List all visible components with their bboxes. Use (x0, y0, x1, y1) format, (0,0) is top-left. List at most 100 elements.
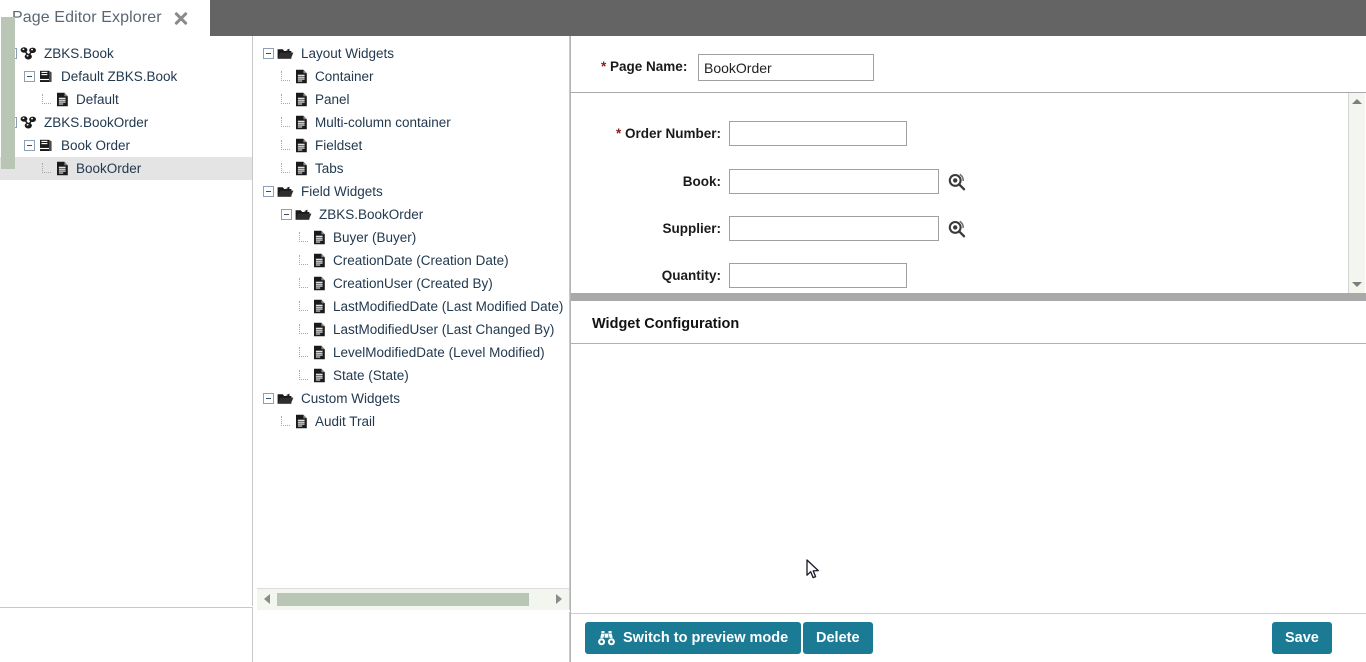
widget-tree-node[interactable]: Tabs (257, 157, 569, 180)
folder-icon (277, 392, 294, 406)
form-field-row: * Order Number: (601, 121, 907, 146)
widget-tree-label: CreationDate (Creation Date) (333, 253, 509, 268)
page-icon (313, 322, 326, 337)
tree-connector (281, 71, 294, 82)
lookup-search-icon[interactable] (947, 219, 966, 238)
widget-tree-label: Fieldset (315, 138, 363, 153)
field-label: * Order Number: (601, 126, 721, 141)
page-tree-node[interactable]: Default ZBKS.Book (0, 65, 252, 88)
scroll-down-icon[interactable] (1349, 277, 1365, 292)
widget-tree-node[interactable]: LevelModifiedDate (Level Modified) (257, 341, 569, 364)
field-label-text: Quantity: (661, 268, 721, 283)
page-tree-node[interactable]: ZBKS.BookOrder (0, 111, 252, 134)
collapse-icon[interactable] (263, 186, 274, 197)
widget-tree-node[interactable]: Buyer (Buyer) (257, 226, 569, 249)
widget-tree-node[interactable]: Multi-column container (257, 111, 569, 134)
scroll-left-icon[interactable] (259, 589, 275, 609)
form-splitter[interactable] (571, 293, 1366, 301)
switch-to-preview-mode-button[interactable]: Switch to preview mode (585, 622, 802, 654)
widget-tree-node[interactable]: State (State) (257, 364, 569, 387)
page-tree-label: Default ZBKS.Book (61, 69, 178, 84)
widget-palette-hscrollbar[interactable] (257, 588, 570, 610)
tree-connector (281, 94, 294, 105)
widget-tree-node[interactable]: Fieldset (257, 134, 569, 157)
tree-connector (299, 232, 312, 243)
field-input[interactable] (729, 121, 907, 146)
scroll-up-icon[interactable] (1349, 94, 1365, 109)
widget-tree-label: Audit Trail (315, 414, 376, 429)
field-label-text: Book: (682, 174, 721, 189)
field-label-text: Supplier: (662, 221, 721, 236)
book-icon (38, 138, 54, 153)
tree-connector (299, 324, 312, 335)
model-icon (20, 46, 37, 61)
widget-tree-label: State (State) (333, 368, 409, 383)
page-tree-node[interactable]: ZBKS.Book (0, 42, 252, 65)
widget-tree-label: Field Widgets (301, 184, 383, 199)
widget-tree-node[interactable]: Custom Widgets (257, 387, 569, 410)
collapse-icon[interactable] (263, 393, 274, 404)
page-icon (295, 69, 308, 84)
collapse-icon[interactable] (24, 71, 35, 82)
widget-tree-node[interactable]: CreationUser (Created By) (257, 272, 569, 295)
widget-tree-label: LevelModifiedDate (Level Modified) (333, 345, 545, 360)
widget-tree-node[interactable]: CreationDate (Creation Date) (257, 249, 569, 272)
form-field-row: Quantity: (601, 263, 907, 288)
page-explorer-panel: ZBKS.Book Default ZBKS.Book Default ZBKS.Bo… (0, 36, 253, 606)
page-tree-label: ZBKS.Book (44, 46, 114, 61)
widget-tree-node[interactable]: LastModifiedDate (Last Modified Date) (257, 295, 569, 318)
page-tree-node[interactable]: Default (0, 88, 252, 111)
widget-tree-label: CreationUser (Created By) (333, 276, 493, 291)
widget-tree-node[interactable]: LastModifiedUser (Last Changed By) (257, 318, 569, 341)
page-icon (313, 299, 326, 314)
hscrollbar-track[interactable] (257, 588, 569, 609)
page-icon (313, 253, 326, 268)
page-name-input[interactable] (698, 54, 874, 81)
folder-icon (277, 185, 294, 199)
tree-connector (42, 94, 55, 105)
page-icon (313, 345, 326, 360)
page-icon (56, 161, 69, 176)
lookup-search-icon[interactable] (947, 172, 966, 191)
page-icon (295, 92, 308, 107)
widget-tree-node[interactable]: Panel (257, 88, 569, 111)
folder-icon (295, 208, 312, 222)
vscrollbar-thumb[interactable] (1, 17, 15, 169)
tree-connector (281, 416, 294, 427)
field-input[interactable] (729, 169, 939, 194)
page-editor-application: Page Editor Explorer ZBKS.Book Default ZB… (0, 0, 1366, 662)
tree-connector (299, 278, 312, 289)
collapse-icon[interactable] (263, 48, 274, 59)
widget-palette-tree: Layout Widgets Container Panel Multi-column… (257, 36, 569, 433)
widget-tree-node[interactable]: Audit Trail (257, 410, 569, 433)
widget-palette-footer: Add Related Model (257, 612, 570, 662)
page-tree-node[interactable]: BookOrder (0, 157, 252, 180)
collapse-icon[interactable] (281, 209, 292, 220)
field-input[interactable] (729, 216, 939, 241)
page-name-label-text: Page Name: (610, 59, 688, 74)
form-vscrollbar[interactable] (1348, 93, 1365, 293)
model-icon (20, 115, 37, 130)
collapse-icon[interactable] (24, 140, 35, 151)
save-button[interactable]: Save (1272, 622, 1332, 654)
widget-tree-node[interactable]: Field Widgets (257, 180, 569, 203)
page-tree-node[interactable]: Book Order (0, 134, 252, 157)
widget-tree-node[interactable]: ZBKS.BookOrder (257, 203, 569, 226)
page-icon (295, 138, 308, 153)
field-label: Quantity: (601, 268, 721, 283)
close-icon[interactable] (172, 9, 190, 27)
tab-page-editor-explorer[interactable]: Page Editor Explorer (0, 0, 210, 36)
field-input[interactable] (729, 263, 907, 288)
field-label-text: Order Number: (624, 126, 721, 141)
scroll-right-icon[interactable] (551, 589, 567, 609)
page-name-label: * Page Name: (601, 59, 687, 74)
page-icon (313, 276, 326, 291)
page-explorer-tree: ZBKS.Book Default ZBKS.Book Default ZBKS.Bo… (0, 36, 252, 180)
folder-icon (277, 47, 294, 61)
widget-tree-node[interactable]: Layout Widgets (257, 42, 569, 65)
widget-tree-node[interactable]: Container (257, 65, 569, 88)
hscrollbar-thumb[interactable] (277, 593, 529, 606)
delete-button[interactable]: Delete (803, 622, 873, 654)
widget-configuration-title: Widget Configuration (592, 316, 740, 332)
required-marker: * (615, 126, 625, 141)
